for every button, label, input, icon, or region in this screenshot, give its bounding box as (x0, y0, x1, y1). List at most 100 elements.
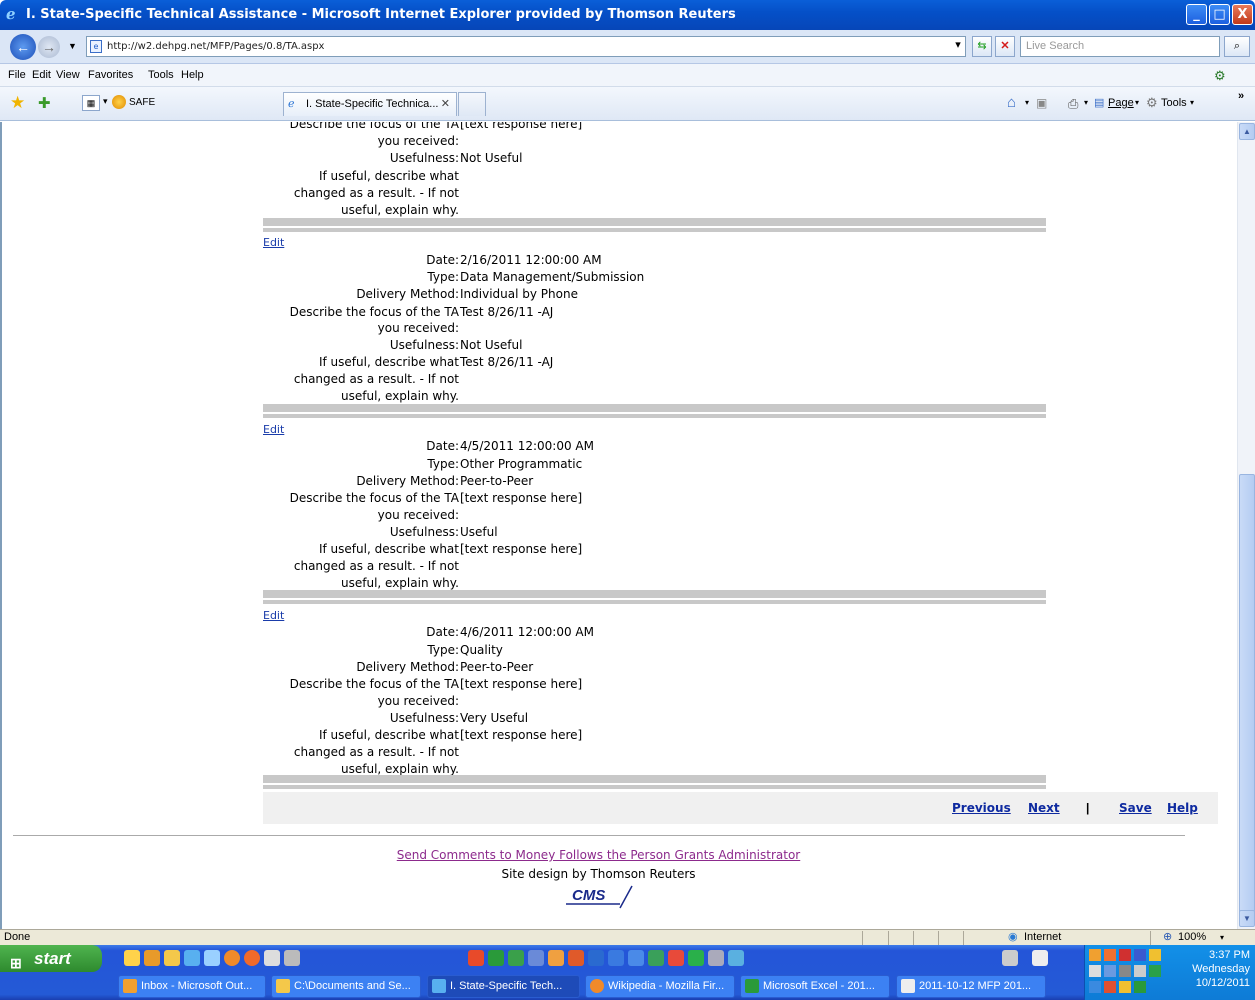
close-button[interactable]: X (1232, 4, 1253, 25)
quick-launch-icon[interactable] (144, 950, 160, 966)
edit-link[interactable]: Edit (263, 609, 284, 622)
print-icon[interactable]: ⎙ (1068, 96, 1078, 112)
menu-tools[interactable]: Tools (148, 64, 174, 87)
quick-launch-icon[interactable] (728, 950, 744, 966)
quick-launch-icon[interactable] (668, 950, 684, 966)
tray-icon[interactable] (1089, 949, 1101, 961)
tray-icon[interactable] (1104, 949, 1116, 961)
tray-icon[interactable] (1149, 949, 1161, 961)
zoom-level[interactable]: 100% (1178, 930, 1206, 945)
quick-launch-icon[interactable] (1002, 950, 1018, 966)
quick-launch-icon[interactable] (224, 950, 240, 966)
add-favorite-icon[interactable]: ✚ (38, 94, 51, 112)
quick-launch-icon[interactable] (548, 950, 564, 966)
stop-button[interactable]: ✕ (995, 36, 1015, 57)
quick-launch-icon[interactable] (468, 950, 484, 966)
favorites-bar: ★ ✚ ▦ ▾ SAFE ℯ I. State-Specific Technic… (0, 87, 1255, 121)
menu-edit[interactable]: Edit (32, 64, 51, 87)
quick-launch-icon[interactable] (528, 950, 544, 966)
menu-view[interactable]: View (56, 64, 80, 87)
feeds-icon[interactable]: ▣ (1036, 96, 1047, 110)
page-menu[interactable]: Page (1108, 97, 1134, 109)
scroll-thumb[interactable] (1239, 474, 1255, 914)
menu-file[interactable]: File (8, 64, 26, 87)
home-icon[interactable]: ⌂ (1007, 94, 1016, 111)
tab-active[interactable]: ℯ I. State-Specific Technica... ✕ (283, 92, 457, 116)
menu-favorites[interactable]: Favorites (88, 64, 133, 87)
back-button[interactable]: ← (10, 34, 36, 60)
tray-icon[interactable] (1134, 965, 1146, 977)
favorites-star-icon[interactable]: ★ (10, 93, 25, 113)
new-tab-button[interactable] (458, 92, 486, 116)
forward-button[interactable]: → (38, 36, 60, 58)
page-content: Describe the focus of the TA [text respo… (0, 122, 1237, 929)
start-button[interactable]: ⊞ start (0, 945, 102, 972)
refresh-button[interactable]: ⇆ (972, 36, 992, 57)
page-menu-icon: ▤ (1094, 97, 1105, 109)
quick-launch-icon[interactable] (124, 950, 140, 966)
quick-launch-icon[interactable] (184, 950, 200, 966)
search-button[interactable]: ⌕ (1224, 36, 1250, 57)
tab-list-dropdown-icon[interactable]: ▾ (103, 96, 108, 107)
maximize-button[interactable]: □ (1209, 4, 1230, 25)
toolbar-options-icon[interactable]: ⚙ (1214, 64, 1226, 87)
tray-icon[interactable] (1119, 949, 1131, 961)
vertical-scrollbar[interactable]: ▲ ▼ (1237, 122, 1255, 929)
quick-launch-icon[interactable] (708, 950, 724, 966)
task-document[interactable]: 2011-10-12 MFP 201... (896, 975, 1046, 998)
tray-icon[interactable] (1089, 981, 1101, 993)
previous-link[interactable]: Previous (952, 801, 1011, 815)
zoom-dropdown-icon[interactable]: ▾ (1220, 930, 1224, 945)
quick-tabs-icon[interactable]: ▦ (82, 95, 100, 111)
quick-launch-icon[interactable] (1032, 950, 1048, 966)
window-title-bar[interactable]: ℯ I. State-Specific Technical Assistance… (0, 0, 1255, 30)
comments-link[interactable]: Send Comments to Money Follows the Perso… (2, 848, 1195, 862)
toolbar-overflow-icon[interactable]: » (1238, 90, 1244, 102)
tools-menu[interactable]: Tools (1161, 97, 1187, 109)
quick-launch-icon[interactable] (688, 950, 704, 966)
print-dropdown-icon[interactable]: ▾ (1084, 98, 1088, 107)
tray-icon[interactable] (1089, 965, 1101, 977)
home-dropdown-icon[interactable]: ▾ (1025, 98, 1029, 107)
quick-launch-icon[interactable] (488, 950, 504, 966)
task-firefox[interactable]: Wikipedia - Mozilla Fir... (585, 975, 735, 998)
quick-launch-icon[interactable] (628, 950, 644, 966)
tray-icon[interactable] (1119, 965, 1131, 977)
next-link[interactable]: Next (1028, 801, 1060, 815)
quick-launch-icon[interactable] (264, 950, 280, 966)
clock[interactable]: 3:37 PM Wednesday 10/12/2011 (1192, 948, 1250, 990)
quick-launch-icon[interactable] (244, 950, 260, 966)
safe-link[interactable]: SAFE (129, 97, 155, 108)
address-input[interactable]: e http://w2.dehpg.net/MFP/Pages/0.8/TA.a… (86, 36, 966, 57)
scroll-down-icon[interactable]: ▼ (1239, 910, 1255, 927)
search-input[interactable]: Live Search (1020, 36, 1220, 57)
tray-icon[interactable] (1149, 965, 1161, 977)
quick-launch-icon[interactable] (284, 950, 300, 966)
task-outlook[interactable]: Inbox - Microsoft Out... (118, 975, 266, 998)
edit-link[interactable]: Edit (263, 236, 284, 249)
scroll-up-icon[interactable]: ▲ (1239, 123, 1255, 140)
tray-icon[interactable] (1104, 981, 1116, 993)
edit-link[interactable]: Edit (263, 423, 284, 436)
quick-launch-icon[interactable] (648, 950, 664, 966)
tray-icon[interactable] (1134, 981, 1146, 993)
tray-icon[interactable] (1119, 981, 1131, 993)
history-dropdown-icon[interactable]: ▼ (68, 41, 77, 51)
quick-launch-icon[interactable] (568, 950, 584, 966)
tray-icon[interactable] (1134, 949, 1146, 961)
quick-launch-icon[interactable] (608, 950, 624, 966)
tab-close-icon[interactable]: ✕ (441, 93, 450, 115)
minimize-button[interactable]: _ (1186, 4, 1207, 25)
tray-icon[interactable] (1104, 965, 1116, 977)
task-excel[interactable]: Microsoft Excel - 201... (740, 975, 890, 998)
quick-launch-icon[interactable] (204, 950, 220, 966)
help-link[interactable]: Help (1167, 801, 1198, 815)
address-dropdown-icon[interactable]: ▾ (948, 36, 968, 57)
task-internet-explorer[interactable]: I. State-Specific Tech... (427, 975, 580, 998)
menu-help[interactable]: Help (181, 64, 204, 87)
task-explorer[interactable]: C:\Documents and Se... (271, 975, 421, 998)
quick-launch-icon[interactable] (508, 950, 524, 966)
quick-launch-icon[interactable] (164, 950, 180, 966)
quick-launch-icon[interactable] (588, 950, 604, 966)
save-link[interactable]: Save (1119, 801, 1152, 815)
